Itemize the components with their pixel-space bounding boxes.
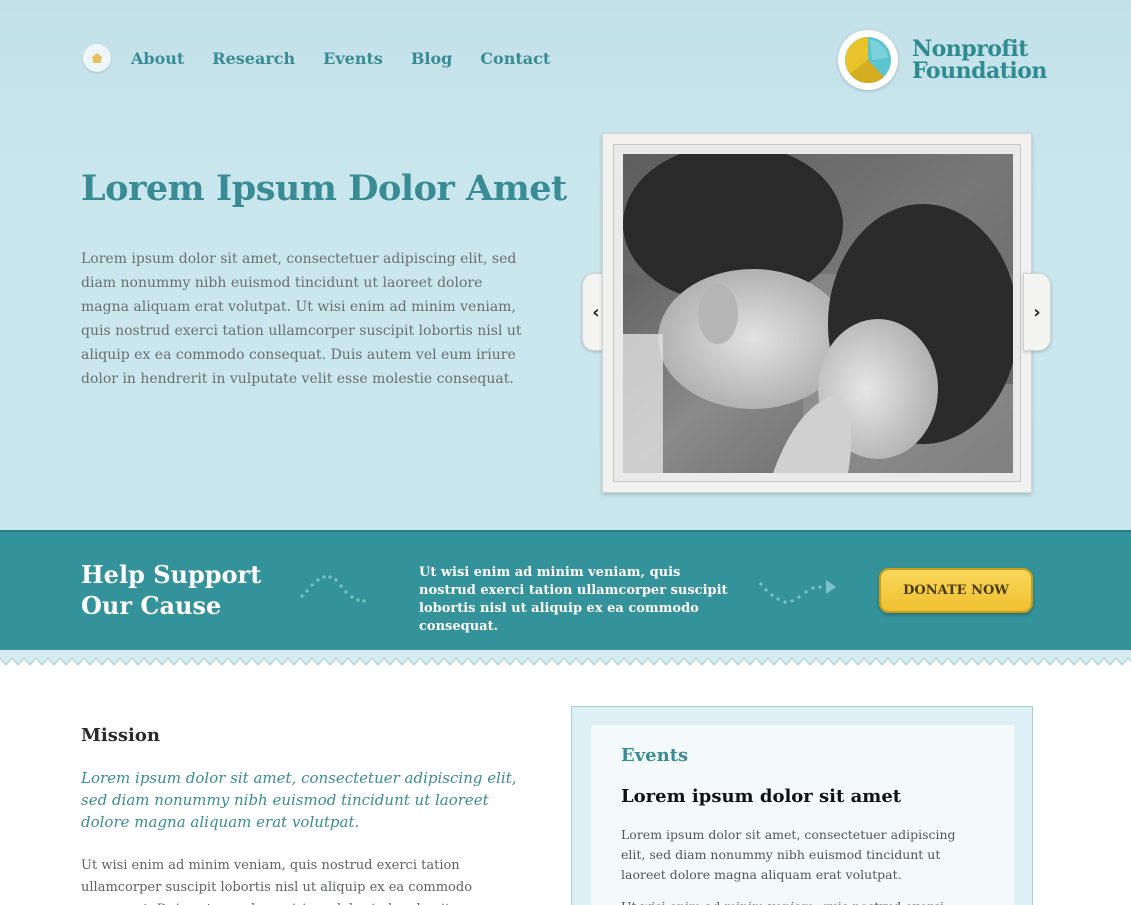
hero-title: Lorem Ipsum Dolor Amet [81, 168, 567, 209]
donate-now-button[interactable]: DONATE NOW [879, 568, 1033, 613]
events-panel-inner: Events Lorem ipsum dolor sit amet Lorem … [591, 725, 1014, 905]
slider-photo [623, 154, 1013, 473]
logo-text: Nonprofit Foundation [912, 38, 1047, 82]
event-body: Lorem ipsum dolor sit amet, consectetuer… [621, 827, 956, 882]
slider-inner-border [613, 144, 1021, 482]
dotted-wave-icon [300, 575, 366, 603]
site-logo[interactable]: Nonprofit Foundation [838, 30, 1047, 90]
nav-about[interactable]: About [131, 49, 184, 68]
chevron-right-icon: › [1033, 301, 1041, 323]
hero-section: About Research Events Blog Contact Nonpr… [0, 0, 1131, 530]
logo-icon [838, 30, 898, 90]
zigzag-divider [0, 650, 1131, 670]
logo-line-2: Foundation [912, 58, 1047, 84]
mission-heading: Mission [81, 725, 160, 746]
dotted-arrow-icon [759, 580, 836, 604]
nav-events[interactable]: Events [323, 49, 383, 68]
hero-body: Lorem ipsum dolor sit amet, consectetuer… [81, 251, 522, 387]
events-heading: Events [621, 745, 689, 766]
home-button[interactable] [83, 44, 111, 72]
event-title[interactable]: Lorem ipsum dolor sit amet [621, 786, 901, 807]
slider-frame [602, 133, 1032, 493]
mission-lead: Lorem ipsum dolor sit amet, consectetuer… [81, 769, 517, 831]
band-title: Help Support Our Cause [81, 559, 261, 621]
main-nav: About Research Events Blog Contact [83, 44, 578, 72]
band-text: Ut wisi enim ad minim veniam, quis nostr… [419, 565, 728, 634]
nav-blog[interactable]: Blog [411, 49, 452, 68]
band-title-line-1: Help Support [81, 560, 262, 589]
mission-body: Ut wisi enim ad minim veniam, quis nostr… [81, 858, 473, 905]
events-panel: Events Lorem ipsum dolor sit amet Lorem … [571, 706, 1033, 905]
house-icon [91, 53, 103, 63]
logo-line-1: Nonprofit [912, 36, 1028, 62]
chevron-left-icon: ‹ [592, 301, 600, 323]
support-band: Help Support Our Cause Ut wisi enim ad m… [0, 530, 1131, 650]
event-body-2: Ut wisi enim ad minim veniam, quis nostr… [621, 897, 981, 905]
slider-next-button[interactable]: › [1023, 273, 1051, 351]
nav-research[interactable]: Research [212, 49, 295, 68]
nav-contact[interactable]: Contact [480, 49, 550, 68]
band-title-line-2: Our Cause [81, 591, 222, 620]
